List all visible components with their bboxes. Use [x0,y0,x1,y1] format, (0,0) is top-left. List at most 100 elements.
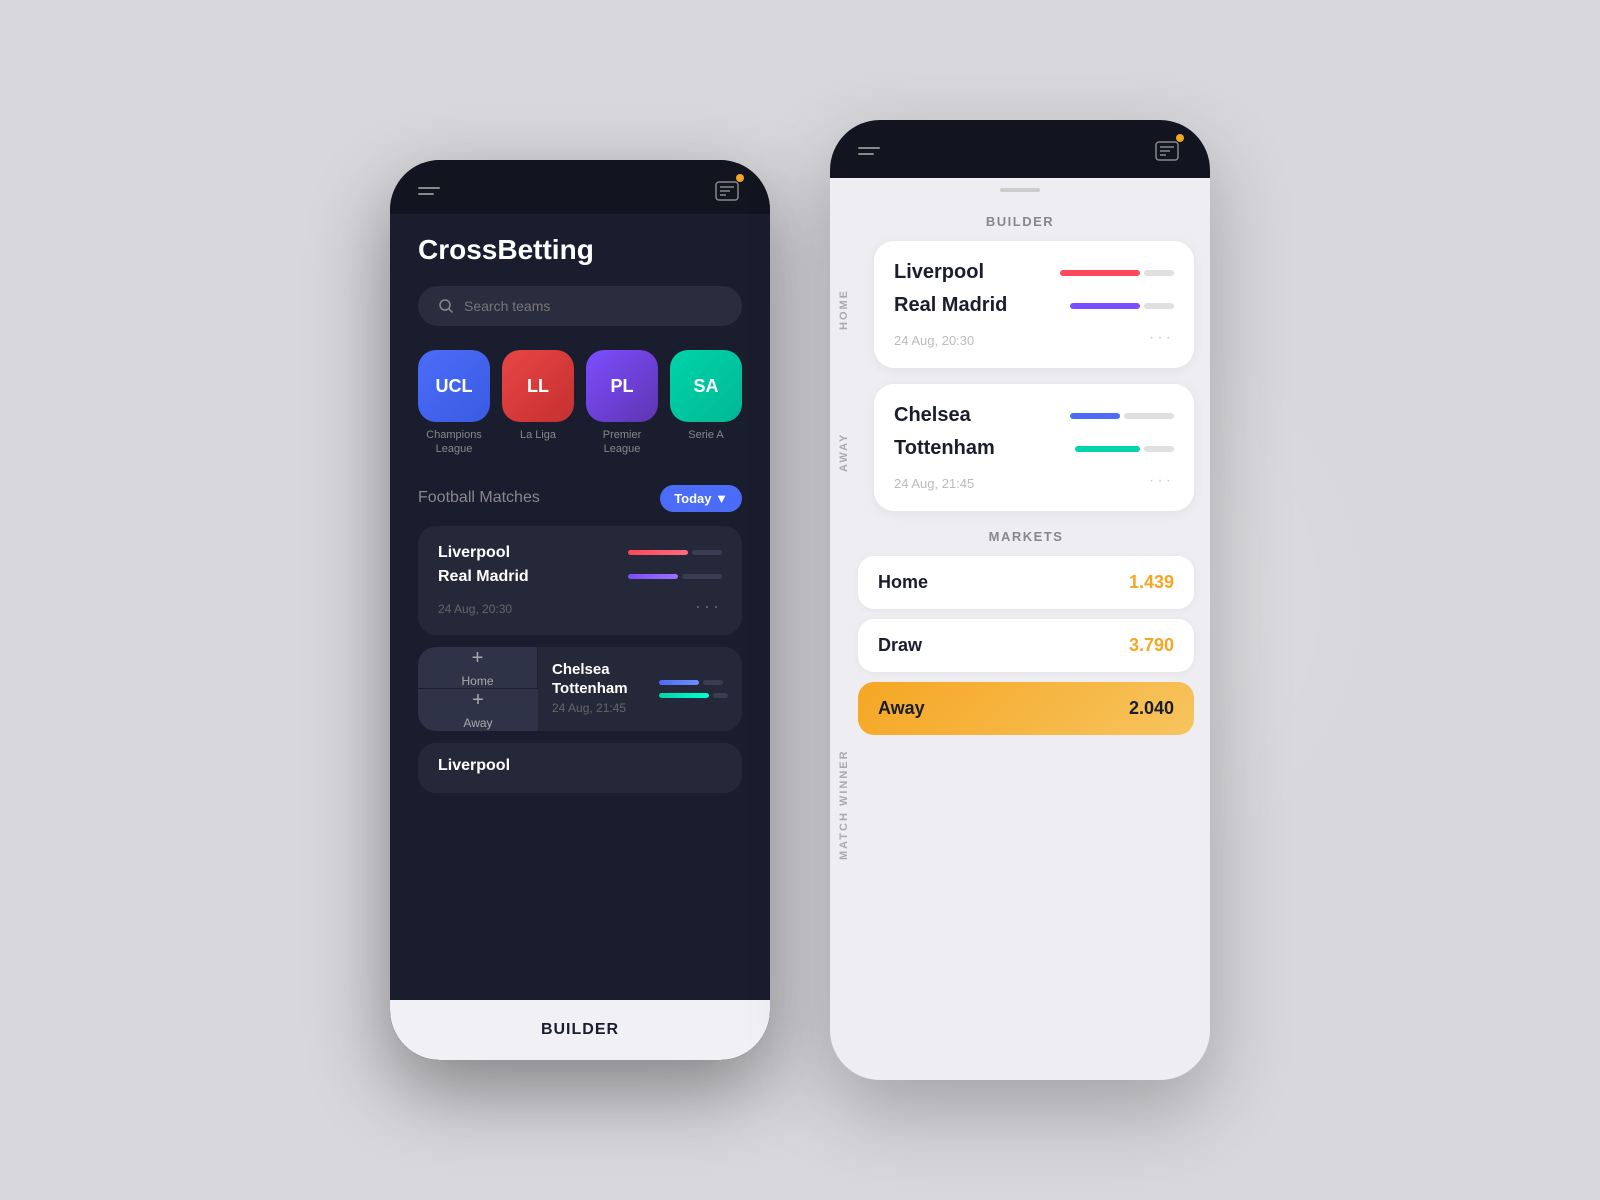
builder-label: BUILDER [541,1021,619,1039]
right-options-1[interactable]: ··· [1149,329,1174,347]
realmadrid-bar-filled [628,574,678,579]
team-chelsea: Chelsea [552,661,645,678]
right-team-row-liverpool: Liverpool [894,261,1174,284]
away-side-label: AWAY [830,384,858,521]
light-phone-content: BUILDER HOME Liverpool Rea [830,178,1210,1080]
hamburger-menu-icon[interactable] [418,187,440,195]
app-title: CrossBetting [418,234,742,266]
league-label-pl: PremierLeague [603,428,642,457]
right-options-2[interactable]: ··· [1149,472,1174,490]
notification-dot [736,174,744,182]
right-team-tottenham: Tottenham [894,437,995,460]
partial-match-card[interactable]: Liverpool [418,743,742,793]
section-title: Football Matches [418,489,540,507]
right-team-row-chelsea: Chelsea [894,404,1174,427]
match-options-1[interactable]: ··· [695,596,722,617]
market-draw[interactable]: Draw 3.790 [858,619,1194,672]
realmadrid-bar-empty [682,574,722,579]
away-action-button[interactable]: + Away [418,688,538,731]
builder-header: BUILDER [830,198,1210,241]
plus-icon: + [472,647,484,670]
home-label: Home [461,674,493,688]
markets-header: MARKETS [858,529,1194,544]
right-realmadrid-bar [1070,303,1174,309]
market-home[interactable]: Home 1.439 [858,556,1194,609]
away-label: Away [463,716,492,730]
team-liverpool: Liverpool [438,544,510,562]
league-item-ucl[interactable]: UCL ChampionsLeague [418,350,490,457]
plus-icon-2: + [472,689,484,712]
search-bar[interactable]: Search teams [418,286,742,326]
market-home-odds: 1.439 [1129,572,1174,593]
league-item-pl[interactable]: PL PremierLeague [586,350,658,457]
right-team-realmadrid: Real Madrid [894,294,1007,317]
search-icon [438,298,454,314]
matches-section-header: Football Matches Today ▼ [418,485,742,512]
team-row-liverpool: Liverpool [438,544,722,562]
right-tottenham-filled [1075,446,1140,452]
dark-phone-content: CrossBetting Search teams UCL ChampionsL… [390,214,770,1000]
match-info-2: Chelsea Tottenham 24 Aug, 21:45 [538,647,659,731]
market-draw-odds: 3.790 [1129,635,1174,656]
league-item-ll[interactable]: LL La Liga [502,350,574,457]
ticket-icon[interactable] [712,176,742,206]
right-liverpool-filled [1060,270,1140,276]
tottenham-bar-empty [713,693,728,698]
chelsea-bar [659,680,699,685]
liverpool-strength-bar [628,550,722,555]
market-draw-label: Draw [878,635,922,656]
phones-container: CrossBetting Search teams UCL ChampionsL… [390,120,1210,1080]
right-team-liverpool: Liverpool [894,261,984,284]
right-match-date-1: 24 Aug, 20:30 [894,333,974,348]
match-winner-side-label: MATCH WINNER [830,529,858,1080]
search-placeholder: Search teams [464,298,550,314]
match-actions: + Home + Away [418,647,538,731]
league-item-sa[interactable]: SA Serie A [670,350,742,457]
home-side-label: HOME [830,241,858,378]
right-tottenham-bar [1075,446,1174,452]
right-tottenham-empty [1144,446,1174,452]
right-match-card-1[interactable]: Liverpool Real Madrid [874,241,1194,368]
league-badge-ucl: UCL [418,350,490,422]
league-badge-pl: PL [586,350,658,422]
partial-team: Liverpool [438,757,510,774]
left-phone: CrossBetting Search teams UCL ChampionsL… [390,160,770,1060]
right-match-date-2: 24 Aug, 21:45 [894,476,974,491]
market-away-label: Away [878,698,925,719]
today-filter-button[interactable]: Today ▼ [660,485,742,512]
swipe-indicator [1000,188,1040,192]
league-icons: UCL ChampionsLeague LL La Liga PL Premie… [418,350,742,457]
right-realmadrid-empty [1144,303,1174,309]
team-realmadrid: Real Madrid [438,568,529,586]
match-date-1: 24 Aug, 20:30 [438,602,512,616]
liverpool-bar-empty [692,550,722,555]
liverpool-bar-filled [628,550,688,555]
notification-dot-2 [1176,134,1184,142]
right-team-chelsea: Chelsea [894,404,971,427]
team-tottenham: Tottenham [552,680,645,697]
right-liverpool-bar [1060,270,1174,276]
right-realmadrid-filled [1070,303,1140,309]
right-team-row-tottenham: Tottenham [894,437,1174,460]
hamburger-menu-icon-2[interactable] [858,147,880,155]
right-chelsea-filled [1070,413,1120,419]
match-date-2: 24 Aug, 21:45 [552,701,626,715]
league-label-sa: Serie A [688,428,723,442]
right-match-card-2[interactable]: Chelsea Tottenham [874,384,1194,511]
match-card-1[interactable]: Liverpool Real Madrid 24 Aug, 20:30 ·· [418,526,742,635]
home-action-button[interactable]: + Home [418,647,538,689]
light-status-bar [830,120,1210,178]
dark-status-bar [390,160,770,214]
chelsea-bar-empty [703,680,723,685]
match-card-2[interactable]: + Home + Away Chelsea Tottenham 24 Aug, … [418,647,742,731]
right-liverpool-empty [1144,270,1174,276]
team-row-realmadrid: Real Madrid [438,568,722,586]
league-label-ucl: ChampionsLeague [426,428,482,457]
right-chelsea-empty [1124,413,1174,419]
bottom-builder-bar[interactable]: BUILDER [390,1000,770,1060]
ticket-icon-2[interactable] [1152,136,1182,166]
market-away-odds: 2.040 [1129,698,1174,719]
realmadrid-strength-bar [628,574,722,579]
market-away[interactable]: Away 2.040 [858,682,1194,735]
market-home-label: Home [878,572,928,593]
